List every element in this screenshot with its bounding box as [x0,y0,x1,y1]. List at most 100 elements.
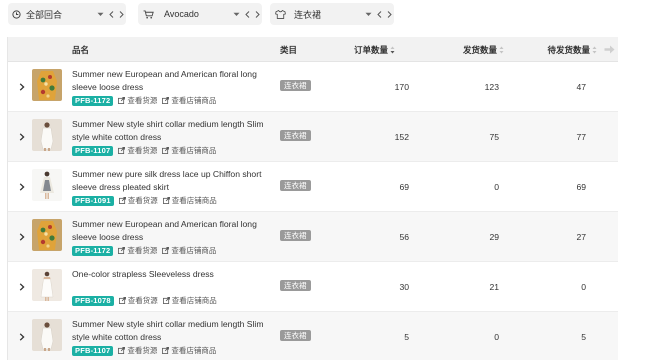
column-header-pending[interactable]: 待发货数量 [547,37,597,62]
sort-icon[interactable] [499,46,504,54]
category-badge: 连衣裙 [280,80,311,91]
expand-row-chevron-icon[interactable] [16,281,28,293]
orders-count: 152 [394,132,409,142]
category-badge: 连衣裙 [280,230,311,241]
product-thumbnail[interactable] [32,269,62,301]
view-source-label: 查看货源 [127,146,158,155]
sort-icon[interactable] [592,46,597,54]
column-header-shipped-label: 发货数量 [462,44,497,55]
table-row: Summer new pure silk dress lace up Chiff… [8,162,618,212]
external-link-icon [162,347,170,354]
prev-shop-button[interactable] [242,10,252,18]
view-source-link[interactable]: 查看货源 [118,295,158,306]
external-link-icon [118,347,126,354]
product-meta: PFB-1107 查看货源 查看店铺商品 [72,345,216,356]
chevron-down-icon[interactable] [230,12,242,17]
pending-count: 77 [576,132,586,142]
column-header-pending-label: 待发货数量 [547,44,590,55]
product-meta: PFB-1091 查看货源 查看店铺商品 [72,195,217,206]
category-badge: 连衣裙 [280,280,311,291]
view-shop-products-label: 查看店铺商品 [171,196,217,205]
orders-count: 69 [399,182,409,192]
pending-count: 47 [576,82,586,92]
view-shop-products-link[interactable]: 查看店铺商品 [162,145,216,156]
view-source-link[interactable]: 查看货源 [118,145,157,156]
scroll-right-arrow-icon[interactable] [602,37,616,62]
orders-count: 5 [404,332,409,342]
view-source-link[interactable]: 查看货源 [118,245,157,256]
cart-icon [138,9,158,19]
shipped-count: 0 [494,332,499,342]
external-link-icon [162,247,170,254]
sku-badge: PFB-1078 [72,295,114,306]
view-source-label: 查看货源 [127,346,158,355]
column-header-orders[interactable]: 订单数量 [354,37,395,62]
expand-row-chevron-icon[interactable] [16,331,28,343]
table-row: Summer New style shirt collar medium len… [8,312,618,360]
expand-row-chevron-icon[interactable] [16,131,28,143]
view-shop-products-link[interactable]: 查看店铺商品 [162,295,217,306]
table-row: One-color strapless Sleeveless dress PFB… [8,262,618,312]
category-filter-label: 连衣裙 [294,9,322,20]
product-meta: PFB-1172 查看货源 查看店铺商品 [72,245,216,256]
pending-count: 5 [581,332,586,342]
order-stats-page: 全部回合 Avocado 连衣裙 品名 类目 订单数量 发货数量 待发货数量 S… [0,0,646,360]
pending-count: 0 [581,282,586,292]
product-thumbnail[interactable] [32,69,62,101]
product-title: Summer new European and American floral … [72,69,257,92]
product-meta: PFB-1107 查看货源 查看店铺商品 [72,145,216,156]
shipped-count: 75 [489,132,499,142]
column-header-shipped[interactable]: 发货数量 [463,37,504,62]
external-link-icon [162,97,170,104]
sku-badge: PFB-1107 [72,345,114,356]
view-source-link[interactable]: 查看货源 [118,345,157,356]
product-title: One-color strapless Sleeveless dress [72,269,214,279]
view-shop-products-link[interactable]: 查看店铺商品 [162,345,216,356]
external-link-icon [118,147,126,154]
view-source-link[interactable]: 查看货源 [118,95,157,106]
table-header: 品名 类目 订单数量 发货数量 待发货数量 [8,37,618,62]
sku-badge: PFB-1091 [72,195,114,206]
round-filter-label: 全部回合 [26,9,63,20]
prev-round-button[interactable] [106,10,116,18]
product-title: Summer new pure silk dress lace up Chiff… [72,169,262,192]
pending-count: 69 [576,182,586,192]
expand-row-chevron-icon[interactable] [16,81,28,93]
expand-row-chevron-icon[interactable] [16,181,28,193]
product-meta: PFB-1172 查看货源 查看店铺商品 [72,95,216,106]
shipped-count: 29 [489,232,499,242]
order-table: 品名 类目 订单数量 发货数量 待发货数量 Summer new Europea… [7,37,618,360]
product-thumbnail[interactable] [32,119,62,151]
chevron-down-icon[interactable] [362,12,374,17]
sort-desc-icon[interactable] [390,46,395,54]
product-title: Summer New style shirt collar medium len… [72,319,264,342]
shipped-count: 21 [489,282,499,292]
category-badge: 连衣裙 [280,330,311,341]
category-filter[interactable]: 连衣裙 [270,3,394,25]
round-filter[interactable]: 全部回合 [8,3,126,25]
shop-filter[interactable]: Avocado [138,3,262,25]
external-link-icon [162,197,170,204]
product-thumbnail[interactable] [32,219,62,251]
expand-row-chevron-icon[interactable] [16,231,28,243]
column-header-category: 类目 [280,44,298,55]
view-shop-products-link[interactable]: 查看店铺商品 [162,195,217,206]
view-shop-products-label: 查看店铺商品 [171,296,217,305]
next-round-button[interactable] [116,10,126,18]
category-badge: 连衣裙 [280,180,311,191]
prev-category-button[interactable] [374,10,384,18]
next-shop-button[interactable] [252,10,262,18]
view-shop-products-link[interactable]: 查看店铺商品 [162,245,216,256]
product-thumbnail[interactable] [32,169,62,201]
next-category-button[interactable] [384,10,394,18]
view-source-link[interactable]: 查看货源 [118,195,158,206]
orders-count: 170 [394,82,409,92]
view-shop-products-link[interactable]: 查看店铺商品 [162,95,216,106]
orders-count: 30 [399,282,409,292]
orders-count: 56 [399,232,409,242]
sku-badge: PFB-1172 [72,245,114,256]
chevron-down-icon[interactable] [94,12,106,17]
product-thumbnail[interactable] [32,319,62,351]
sku-badge: PFB-1172 [72,95,114,106]
product-title: Summer new European and American floral … [72,219,257,242]
